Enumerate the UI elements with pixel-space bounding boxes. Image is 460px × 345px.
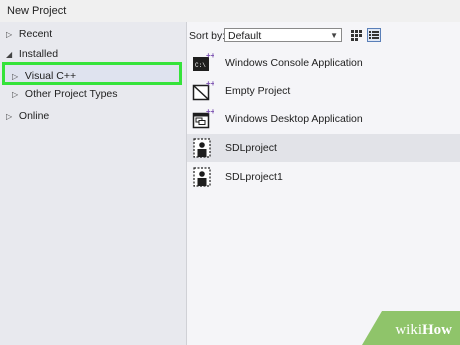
template-name: Windows Desktop Application xyxy=(225,113,363,125)
svg-text:++: ++ xyxy=(206,108,214,116)
watermark-text: wikiHow xyxy=(395,322,452,339)
desktop-app-icon: ++ xyxy=(192,108,214,129)
sort-dropdown[interactable]: Default ▼ xyxy=(224,28,342,42)
chevron-down-icon: ▼ xyxy=(330,31,338,40)
template-name: SDLproject xyxy=(225,142,277,154)
tree-item-label: Other Project Types xyxy=(24,88,118,100)
expand-arrow-icon[interactable]: ▷ xyxy=(6,108,16,126)
watermark-wiki: wiki xyxy=(395,322,422,338)
sdl-project-icon xyxy=(193,167,211,187)
tree-item-recent[interactable]: ▷ Recent xyxy=(6,25,52,43)
expand-arrow-icon[interactable]: ▷ xyxy=(12,68,22,86)
tree-item-label: Online xyxy=(18,110,50,122)
expand-arrow-icon[interactable]: ▷ xyxy=(12,86,22,104)
template-list-pane: Sort by: Default ▼ C:\ ++ Windows Consol… xyxy=(187,22,460,345)
expand-arrow-icon[interactable]: ▷ xyxy=(6,26,16,44)
tree-item-label: Recent xyxy=(18,28,53,40)
tree-item-installed[interactable]: ◢ Installed xyxy=(6,45,58,63)
svg-text:++: ++ xyxy=(206,52,214,60)
watermark-how: How xyxy=(422,322,452,338)
svg-text:C:\: C:\ xyxy=(195,62,206,69)
empty-project-icon: ++ xyxy=(192,80,214,101)
small-icons-view-button[interactable] xyxy=(349,28,363,42)
grid-view-icon xyxy=(351,30,362,41)
list-view-icon xyxy=(369,31,379,39)
template-item[interactable]: ++ Empty Project xyxy=(187,77,460,105)
template-name: Empty Project xyxy=(225,85,291,97)
tree-item-online[interactable]: ▷ Online xyxy=(6,107,49,125)
collapse-arrow-icon[interactable]: ◢ xyxy=(6,46,16,64)
tree-item-label: Installed xyxy=(18,48,59,60)
list-view-button[interactable] xyxy=(367,28,381,42)
tree-item-other-project-types[interactable]: ▷ Other Project Types xyxy=(12,85,118,103)
template-item[interactable]: SDLproject1 xyxy=(187,163,460,191)
template-tree-pane: ▷ Recent ◢ Installed ▷ Visual C++ ▷ Othe… xyxy=(0,22,187,345)
template-name: Windows Console Application xyxy=(225,57,363,69)
sort-value: Default xyxy=(228,30,262,42)
template-item[interactable]: C:\ ++ Windows Console Application xyxy=(187,49,460,77)
tree-item-label: Visual C++ xyxy=(24,70,77,82)
wikihow-watermark: wikiHow xyxy=(362,311,460,345)
sort-label: Sort by: xyxy=(189,30,226,42)
template-item[interactable]: ++ Windows Desktop Application xyxy=(187,105,460,133)
title-bar: New Project xyxy=(0,0,460,22)
svg-text:++: ++ xyxy=(206,80,214,88)
sdl-project-icon xyxy=(193,138,211,158)
template-item-selected[interactable]: SDLproject xyxy=(187,134,460,162)
console-app-icon: C:\ ++ xyxy=(193,52,214,71)
tree-item-visual-cpp[interactable]: ▷ Visual C++ xyxy=(12,67,76,85)
window-title: New Project xyxy=(7,5,67,17)
template-name: SDLproject1 xyxy=(225,171,283,183)
